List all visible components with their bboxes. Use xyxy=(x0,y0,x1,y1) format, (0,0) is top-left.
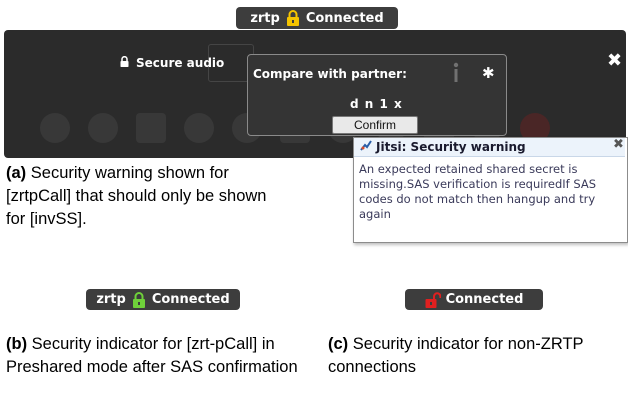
gear-icon[interactable]: ✱ xyxy=(482,64,495,82)
secure-audio-status: Secure audio xyxy=(120,55,225,70)
security-warning-title: Jitsi: Security warning xyxy=(376,139,526,154)
zrtp-status-indicator-preshared[interactable]: zrtp Connected xyxy=(86,289,240,310)
caption-b: (b) Security indicator for [zrt-pCall] i… xyxy=(6,333,302,379)
caption-a: (a) Security warning shown for [zrtpCall… xyxy=(6,162,276,231)
caption-c: (c) Security indicator for non-ZRTP conn… xyxy=(328,333,624,379)
hangup-phone-icon[interactable] xyxy=(40,113,70,143)
lock-icon xyxy=(120,55,129,70)
hold-icon[interactable] xyxy=(136,113,166,143)
connection-status: Connected xyxy=(305,10,384,26)
record-icon[interactable] xyxy=(184,113,214,143)
caption-c-text: Security indicator for non-ZRTP connecti… xyxy=(328,335,584,376)
connection-status: Connected xyxy=(151,292,230,307)
add-participant-icon[interactable] xyxy=(88,113,118,143)
connection-status: Connected xyxy=(445,292,524,307)
zrtp-label: zrtp xyxy=(250,10,280,26)
security-status-indicator-non-zrtp[interactable]: Connected xyxy=(405,289,543,310)
zrtp-status-indicator[interactable]: zrtp Connected xyxy=(236,7,398,29)
caption-b-label: (b) xyxy=(6,335,28,353)
sas-code: d n 1 x xyxy=(350,97,403,111)
security-warning-title-row: Jitsi: Security warning xyxy=(360,139,526,154)
sas-compare-title: Compare with partner: xyxy=(253,67,407,81)
lock-icon xyxy=(132,291,146,308)
secure-audio-label: Secure audio xyxy=(136,56,225,70)
lock-icon xyxy=(286,10,300,26)
jitsi-icon xyxy=(360,139,372,154)
caption-b-text: Security indicator for [zrt-pCall] in Pr… xyxy=(6,335,298,376)
caption-a-label: (a) xyxy=(6,164,27,182)
close-icon[interactable]: ✖ xyxy=(613,137,624,152)
caption-c-label: (c) xyxy=(328,335,349,353)
close-icon[interactable]: ✖ xyxy=(607,50,622,71)
security-warning-message: An expected retained shared secret is mi… xyxy=(359,162,597,221)
caption-a-text: Security warning shown for [zrtpCall] th… xyxy=(6,164,267,228)
unlocked-icon xyxy=(425,291,441,308)
confirm-button[interactable]: Confirm xyxy=(332,116,418,134)
info-icon[interactable] xyxy=(449,62,463,84)
zrtp-label: zrtp xyxy=(96,292,126,307)
